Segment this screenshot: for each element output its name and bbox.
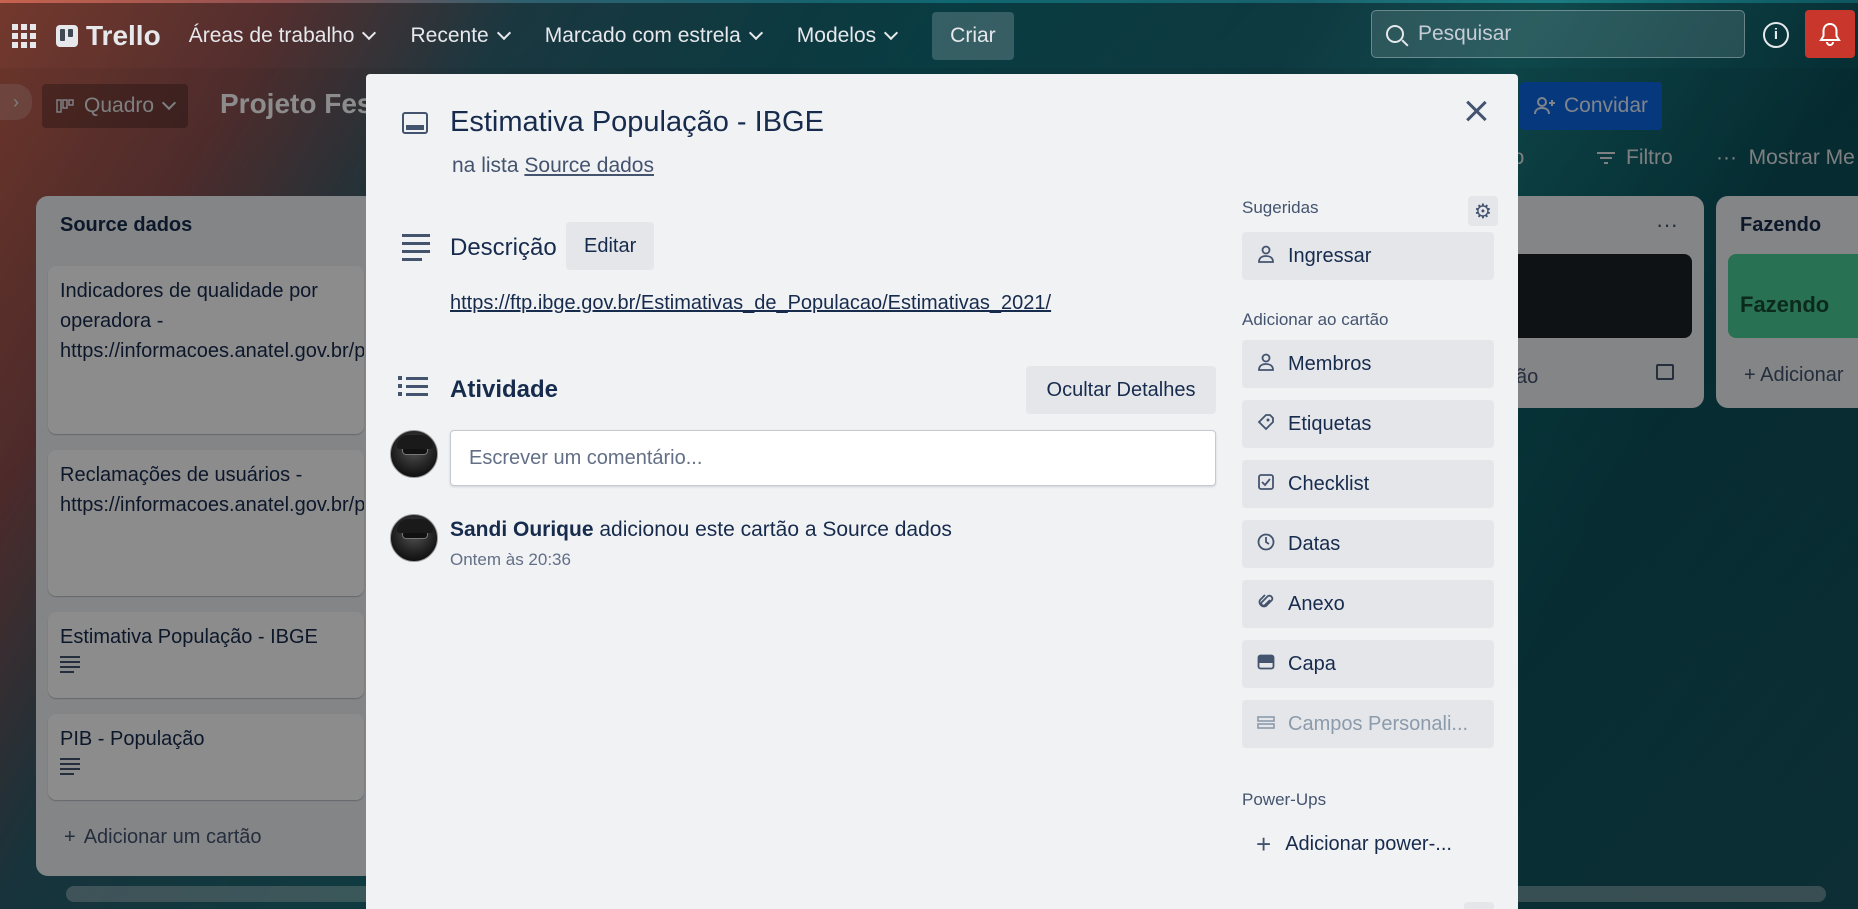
suggested-heading: Sugeridas: [1242, 198, 1319, 217]
nav-menus: Áreas de trabalho Recente Marcado com es…: [188, 23, 899, 48]
nav-menu-label: Recente: [410, 23, 489, 47]
description-heading: Descrição: [450, 234, 557, 261]
description-icon: [402, 234, 430, 266]
dates-button[interactable]: Datas: [1242, 520, 1494, 568]
cover-label: Capa: [1288, 652, 1336, 675]
chevron-down-icon: [496, 25, 511, 40]
card-icon: [402, 112, 428, 134]
activity-timestamp[interactable]: Ontem às 20:36: [450, 550, 571, 570]
hide-details-button[interactable]: Ocultar Detalhes: [1026, 366, 1216, 414]
brand-name: Trello: [86, 19, 161, 51]
trello-logo[interactable]: Trello: [56, 20, 161, 52]
in-list-prefix: na lista: [452, 154, 519, 177]
search-input[interactable]: Pesquisar: [1371, 10, 1745, 58]
edit-description-button[interactable]: Editar: [566, 222, 655, 270]
info-icon[interactable]: i: [1763, 22, 1789, 48]
card-cover-icon: [1256, 654, 1276, 675]
app-switcher-icon[interactable]: [12, 23, 36, 48]
create-button[interactable]: Criar: [932, 11, 1014, 60]
add-to-card-heading: Adicionar ao cartão: [1242, 310, 1389, 329]
comment-input[interactable]: Escrever um comentário...: [450, 430, 1216, 486]
search-icon: [1386, 25, 1404, 43]
attachment-button[interactable]: Anexo: [1242, 580, 1494, 628]
nav-menu-workspaces[interactable]: Áreas de trabalho: [188, 23, 377, 48]
nav-menu-label: Marcado com estrela: [544, 23, 741, 47]
labels-button[interactable]: Etiquetas: [1242, 400, 1494, 448]
activity-icon: [398, 376, 430, 400]
activity-user[interactable]: Sandi Ourique: [450, 518, 594, 541]
card-title[interactable]: Estimativa População - IBGE: [450, 106, 824, 139]
custom-fields-icon: [1256, 714, 1276, 735]
gear-icon[interactable]: ⚙: [1468, 196, 1498, 226]
powerups-heading: Power-Ups: [1242, 790, 1327, 809]
avatar[interactable]: [390, 514, 438, 562]
cover-button[interactable]: Capa: [1242, 640, 1494, 688]
checklist-label: Checklist: [1288, 472, 1370, 495]
activity-action: adicionou este cartão a Source dados: [599, 518, 952, 541]
join-button[interactable]: Ingressar: [1242, 232, 1494, 280]
chevron-down-icon: [884, 25, 899, 40]
clock-icon: [1256, 533, 1276, 556]
add-powerup-button[interactable]: + Adicionar power-...: [1242, 820, 1452, 868]
search-placeholder: Pesquisar: [1418, 22, 1512, 45]
chevron-down-icon: [748, 25, 763, 40]
modal-scroll-indicator: [1464, 902, 1494, 909]
nav-menu-label: Áreas de trabalho: [188, 23, 355, 47]
person-icon: [1256, 245, 1276, 268]
chevron-down-icon: [362, 25, 377, 40]
nav-menu-starred[interactable]: Marcado com estrela: [544, 23, 763, 48]
notifications-button[interactable]: [1805, 10, 1855, 58]
dates-label: Datas: [1288, 532, 1341, 555]
bell-icon: [1819, 22, 1841, 46]
tag-icon: [1256, 413, 1276, 436]
close-icon[interactable]: [1458, 94, 1494, 130]
members-label: Membros: [1288, 352, 1372, 375]
avatar[interactable]: [390, 430, 438, 478]
card-detail-modal: Estimativa População - IBGE na lista Sou…: [366, 74, 1518, 909]
custom-fields-button[interactable]: Campos Personali...: [1242, 700, 1494, 748]
person-icon: [1256, 353, 1276, 376]
activity-heading: Atividade: [450, 376, 559, 403]
add-powerup-label: Adicionar power-...: [1285, 832, 1452, 855]
members-button[interactable]: Membros: [1242, 340, 1494, 388]
comment-placeholder: Escrever um comentário...: [469, 446, 703, 469]
paperclip-icon: [1256, 593, 1276, 616]
plus-icon: +: [1256, 828, 1272, 859]
description-link[interactable]: https://ftp.ibge.gov.br/Estimativas_de_P…: [450, 292, 1051, 315]
nav-menu-label: Modelos: [796, 23, 877, 47]
custom-fields-label: Campos Personali...: [1288, 712, 1469, 735]
checklist-button[interactable]: Checklist: [1242, 460, 1494, 508]
nav-menu-templates[interactable]: Modelos: [796, 23, 899, 48]
nav-menu-recent[interactable]: Recente: [410, 23, 511, 48]
checklist-icon: [1256, 473, 1276, 496]
list-link[interactable]: Source dados: [524, 154, 654, 177]
join-label: Ingressar: [1288, 244, 1372, 267]
attachment-label: Anexo: [1288, 592, 1345, 615]
card-list-breadcrumb: na lista Source dados: [452, 154, 654, 178]
trello-logo-icon: [56, 24, 78, 47]
activity-entry: Sandi Ourique adicionou este cartão a So…: [450, 518, 952, 542]
labels-label: Etiquetas: [1288, 412, 1372, 435]
